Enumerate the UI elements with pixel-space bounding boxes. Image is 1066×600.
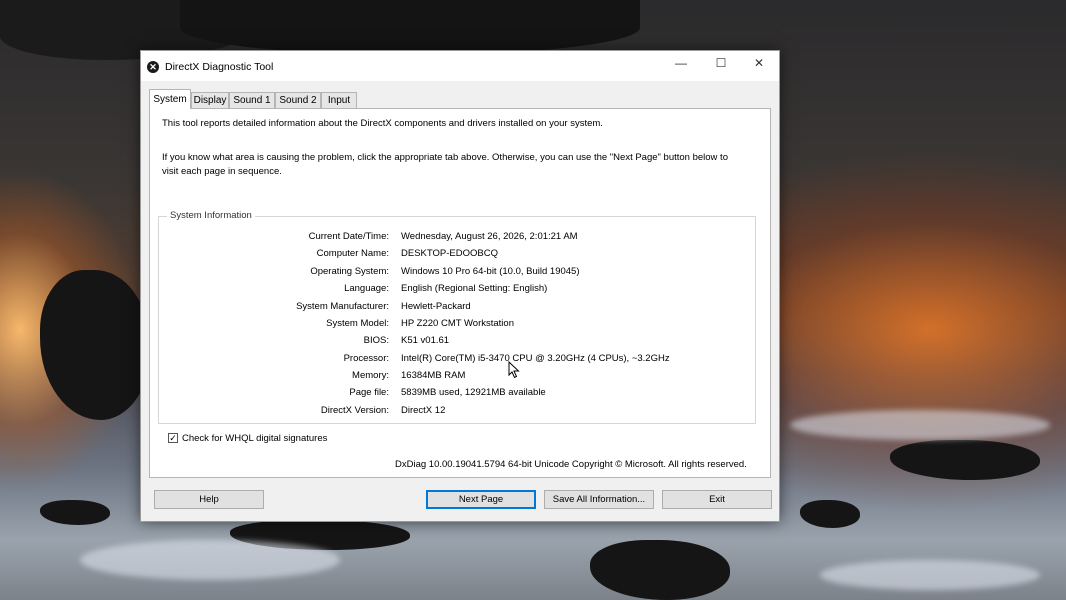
tab-sound-2[interactable]: Sound 2 [275,92,321,108]
label-system-model: System Model: [326,318,389,329]
close-button[interactable]: ✕ [739,51,779,77]
value-page-file: 5839MB used, 12921MB available [401,387,546,398]
label-bios: BIOS: [363,335,389,346]
help-text-line-2: visit each page in sequence. [162,166,282,177]
label-computer-name: Computer Name: [316,248,389,259]
window-title: DirectX Diagnostic Tool [165,61,274,73]
value-bios: K51 v01.61 [401,335,450,346]
value-processor: Intel(R) Core(TM) i5-3470 CPU @ 3.20GHz … [401,353,670,364]
dxdiag-window: ✕ DirectX Diagnostic Tool — ☐ ✕ System D… [140,50,780,522]
exit-button[interactable]: Exit [662,490,772,509]
value-memory: 16384MB RAM [401,370,466,381]
tab-input[interactable]: Input [321,92,357,108]
value-system-manufacturer: Hewlett-Packard [401,301,471,312]
value-operating-system: Windows 10 Pro 64-bit (10.0, Build 19045… [401,266,580,277]
maximize-button[interactable]: ☐ [701,51,741,77]
label-system-manufacturer: System Manufacturer: [296,301,389,312]
group-legend: System Information [167,210,255,221]
label-processor: Processor: [343,353,389,364]
system-information-group: System Information Current Date/Time: We… [158,210,756,424]
value-system-model: HP Z220 CMT Workstation [401,318,514,329]
value-computer-name: DESKTOP-EDOOBCQ [401,248,498,259]
system-tab-panel: This tool reports detailed information a… [149,108,771,478]
checkmark-icon: ✓ [169,433,177,443]
help-button[interactable]: Help [154,490,264,509]
save-all-information-button[interactable]: Save All Information... [544,490,654,509]
label-language: Language: [344,283,389,294]
help-text-line-1: If you know what area is causing the pro… [162,152,728,163]
value-language: English (Regional Setting: English) [401,283,548,294]
label-operating-system: Operating System: [310,266,389,277]
minimize-button[interactable]: — [661,51,701,77]
label-page-file: Page file: [349,387,389,398]
copyright-text: DxDiag 10.00.19041.5794 64-bit Unicode C… [395,459,747,470]
intro-text: This tool reports detailed information a… [162,118,603,129]
label-current-date-time: Current Date/Time: [308,231,389,242]
tab-sound-1[interactable]: Sound 1 [229,92,275,108]
mouse-cursor-icon [508,361,520,379]
tab-system[interactable]: System [149,89,191,109]
next-page-button[interactable]: Next Page [426,490,536,509]
value-current-date-time: Wednesday, August 26, 2026, 2:01:21 AM [401,231,578,242]
label-directx-version: DirectX Version: [320,405,389,416]
directx-icon: ✕ [147,61,159,73]
label-memory: Memory: [352,370,389,381]
value-directx-version: DirectX 12 [401,405,446,416]
title-bar[interactable]: ✕ DirectX Diagnostic Tool — ☐ ✕ [141,51,779,81]
whql-checkbox[interactable]: ✓ [168,433,178,443]
tab-display[interactable]: Display [191,92,229,108]
whql-checkbox-label[interactable]: Check for WHQL digital signatures [182,433,327,444]
